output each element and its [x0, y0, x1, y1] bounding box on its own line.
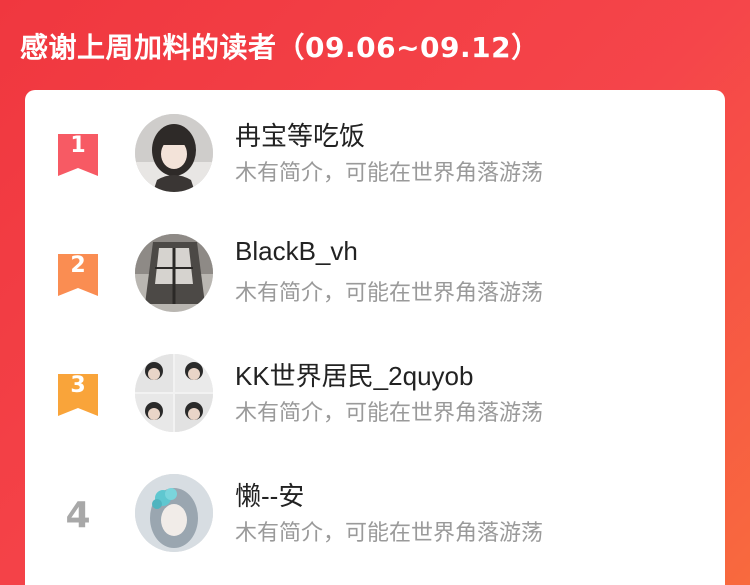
rank-badge-1: 1 [53, 130, 103, 180]
avatar[interactable] [135, 474, 213, 552]
readers-thanks-page: 感谢上周加料的读者（09.06~09.12） 1 冉宝等吃饭 木有简介，可能在世… [0, 0, 750, 585]
rank-number: 3 [70, 373, 86, 398]
reader-description: 木有简介，可能在世界角落游荡 [235, 281, 544, 306]
avatar[interactable] [135, 114, 213, 192]
reader-row-3[interactable]: 3 KK世界居民_2quyob 木有简介，可能在世界角落游荡 [25, 344, 725, 444]
reader-description: 木有简介，可能在世界角落游荡 [235, 401, 544, 426]
page-title: 感谢上周加料的读者（09.06~09.12） [20, 31, 540, 64]
rank-number: 4 [65, 495, 91, 536]
avatar[interactable] [135, 234, 213, 312]
reader-name: BlackB_vh [235, 236, 358, 266]
avatar[interactable] [135, 354, 213, 432]
reader-name: 懒--安 [235, 481, 305, 511]
reader-description: 木有简介，可能在世界角落游荡 [235, 161, 544, 186]
rank-badge-2: 2 [53, 250, 103, 300]
reader-row-1[interactable]: 1 冉宝等吃饭 木有简介，可能在世界角落游荡 [25, 104, 725, 204]
rank-number: 2 [70, 253, 86, 278]
reader-list-card: 1 冉宝等吃饭 木有简介，可能在世界角落游荡 2 BlackB_vh 木有简介，… [25, 90, 725, 585]
rank-number: 1 [70, 133, 86, 158]
reader-name: 冉宝等吃饭 [235, 121, 366, 151]
reader-row-4[interactable]: 4 懒--安 木有简介，可能在世界角落游荡 [25, 464, 725, 564]
reader-name: KK世界居民_2quyob [235, 361, 474, 391]
reader-row-2[interactable]: 2 BlackB_vh 木有简介，可能在世界角落游荡 [25, 224, 725, 324]
reader-description: 木有简介，可能在世界角落游荡 [235, 521, 544, 546]
rank-badge-3: 3 [53, 370, 103, 420]
